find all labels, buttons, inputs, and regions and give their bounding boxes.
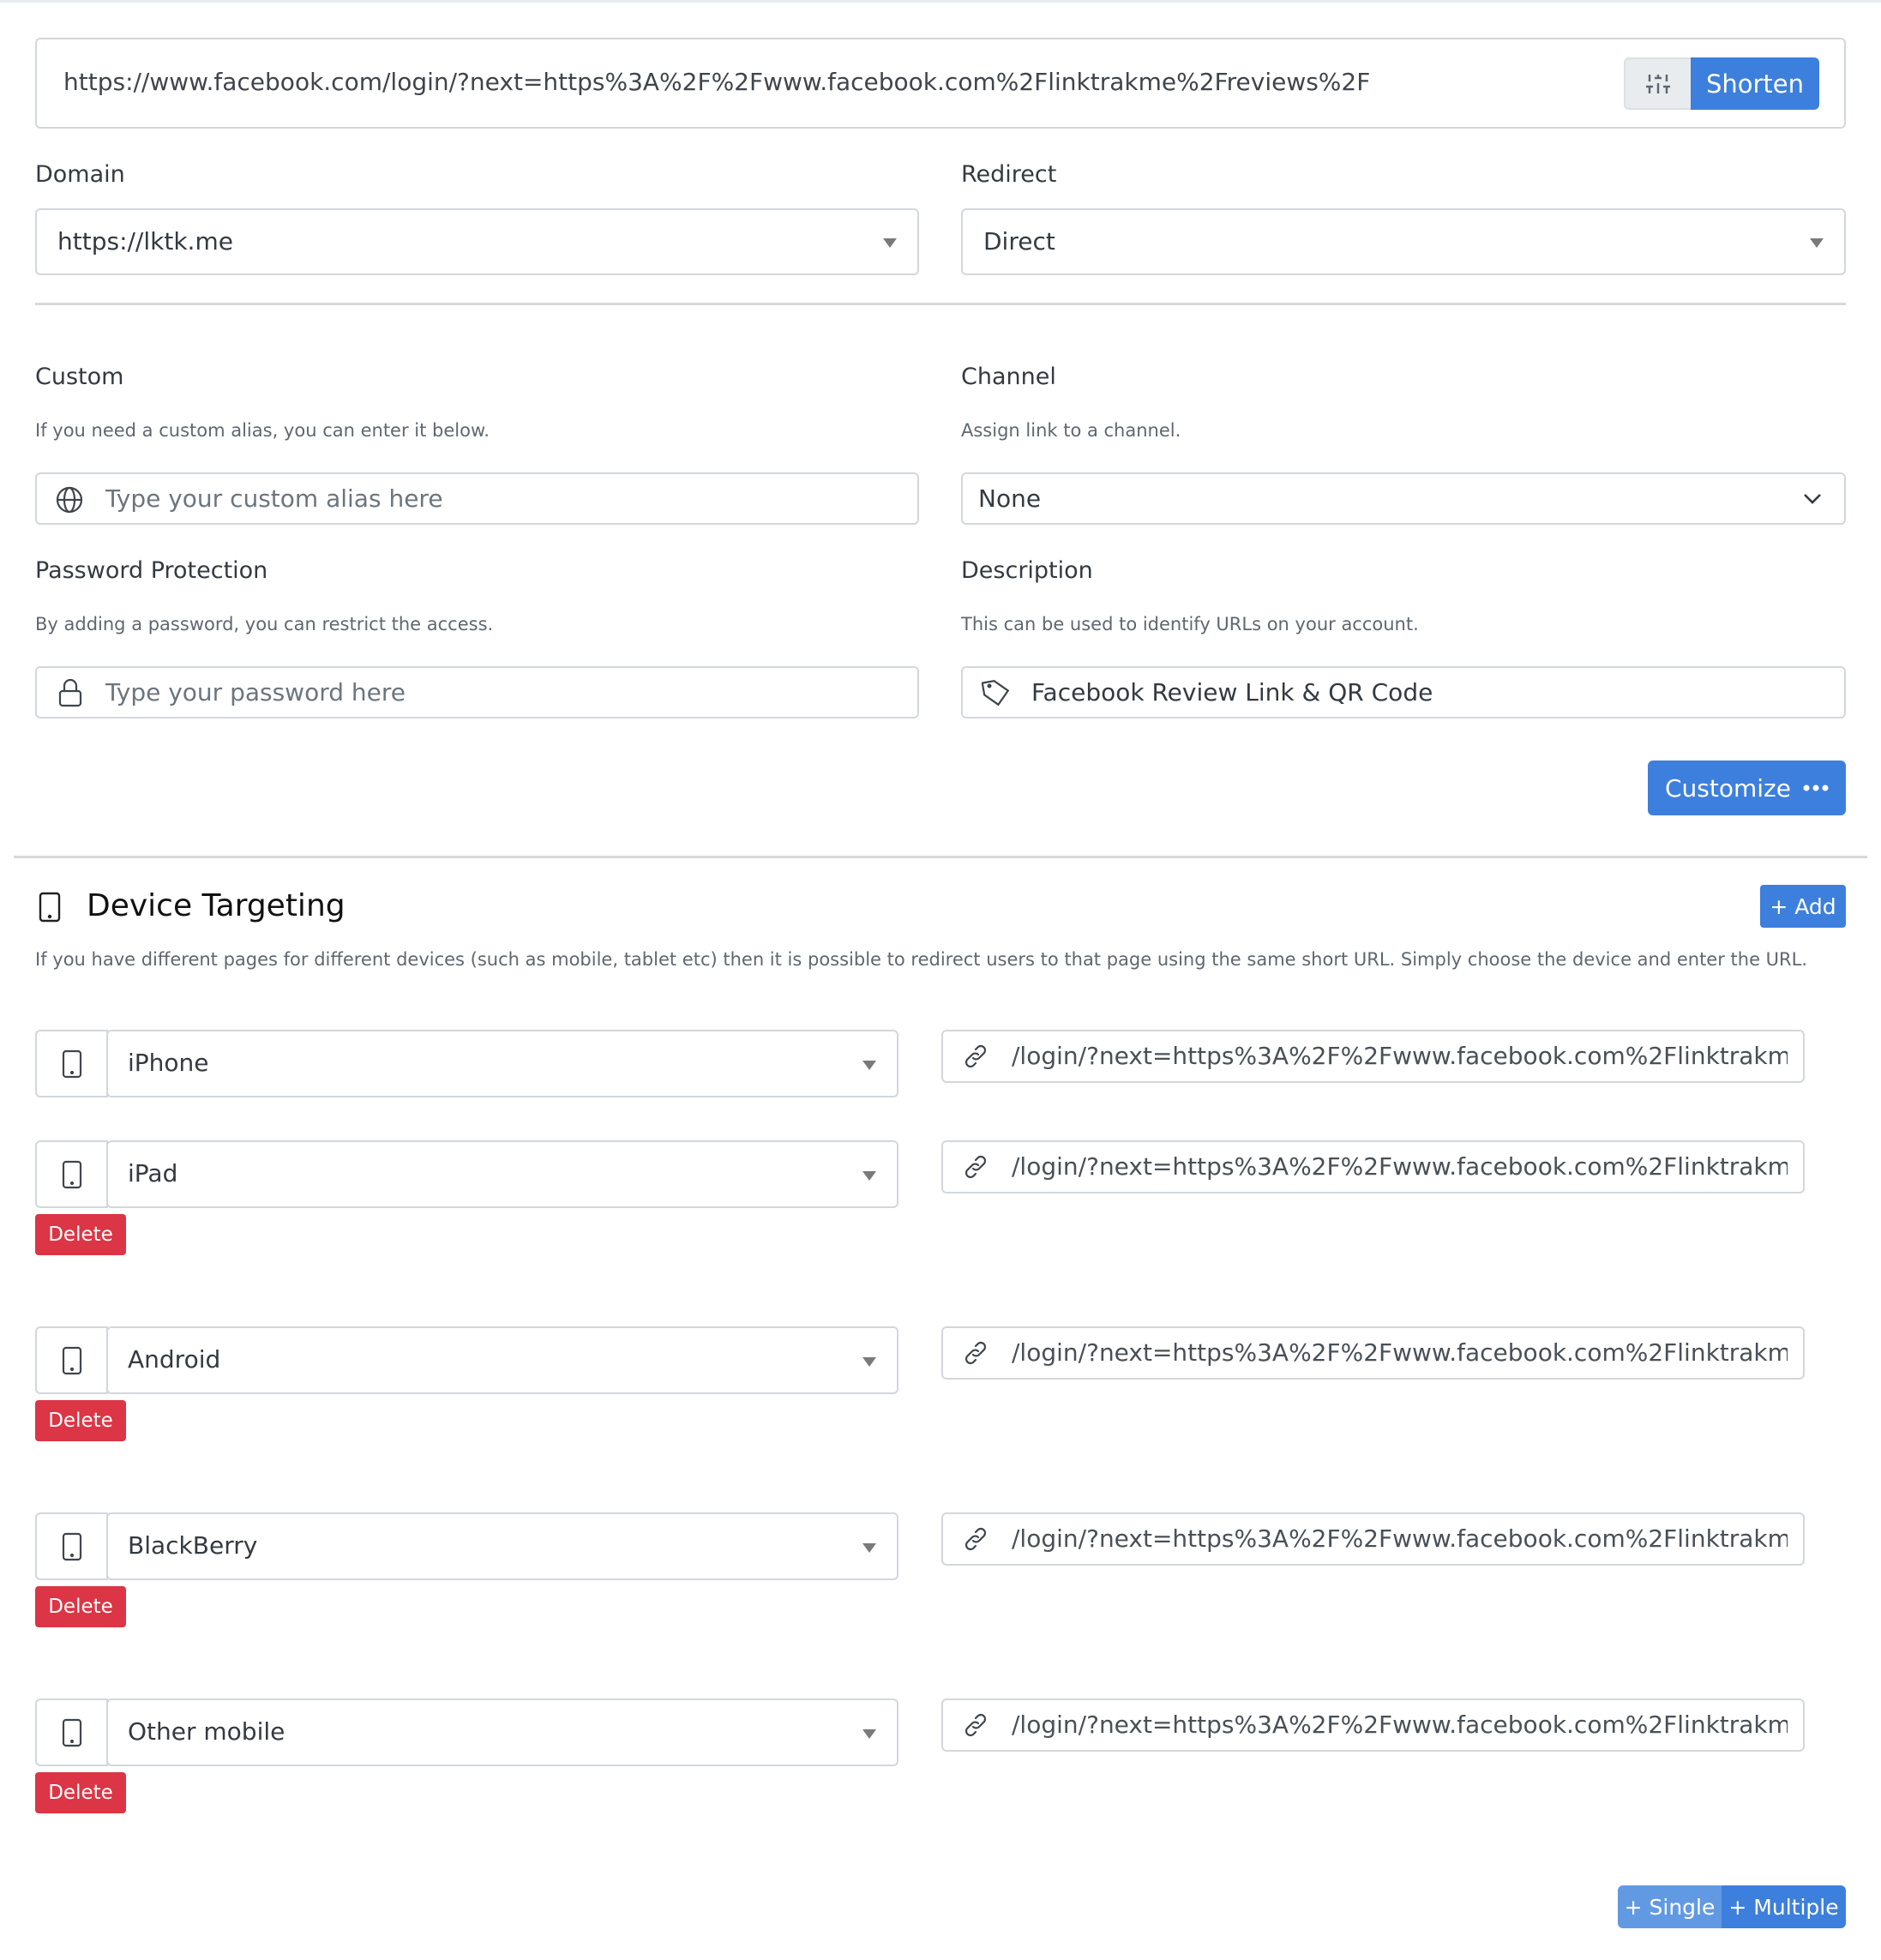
- chevron-down-icon: [862, 1729, 876, 1739]
- channel-select[interactable]: None: [961, 472, 1846, 525]
- link-icon: [960, 1524, 991, 1554]
- delete-device-button[interactable]: Delete: [35, 1586, 126, 1627]
- device-icon-addon: [35, 1326, 108, 1394]
- device-url-field[interactable]: /login/?next=https%3A%2F%2Fwww.facebook.…: [941, 1698, 1805, 1752]
- device-url-input[interactable]: /login/?next=https%3A%2F%2Fwww.facebook.…: [1012, 1524, 1788, 1553]
- chevron-down-icon: [1810, 238, 1824, 248]
- password-input[interactable]: Type your password here: [105, 678, 406, 706]
- redirect-select[interactable]: Direct: [961, 208, 1846, 275]
- mobile-device-icon: [62, 1532, 82, 1561]
- redirect-label: Redirect: [961, 161, 1057, 188]
- device-selected-value: Android: [128, 1345, 221, 1374]
- tag-icon: [982, 678, 1011, 707]
- device-selected-value: Other mobile: [128, 1717, 285, 1746]
- settings-button[interactable]: [1624, 57, 1691, 110]
- delete-device-button[interactable]: Delete: [35, 1400, 126, 1441]
- device-targeting-description: If you have different pages for differen…: [35, 949, 1808, 970]
- add-multiple-button[interactable]: + Multiple: [1722, 1885, 1846, 1928]
- device-targeting-title: Device Targeting: [87, 888, 346, 923]
- add-device-button[interactable]: + Add: [1760, 885, 1846, 928]
- password-field[interactable]: Type your password here: [35, 666, 919, 718]
- domain-selected-value: https://lktk.me: [57, 227, 233, 256]
- divider: [35, 303, 1846, 305]
- lock-icon: [58, 678, 82, 707]
- device-url-input[interactable]: /login/?next=https%3A%2F%2Fwww.facebook.…: [1012, 1042, 1788, 1070]
- description-input[interactable]: Facebook Review Link & QR Code: [1031, 678, 1433, 706]
- description-help: This can be used to identify URLs on you…: [961, 614, 1419, 634]
- channel-help: Assign link to a channel.: [961, 420, 1181, 441]
- redirect-selected-value: Direct: [983, 227, 1055, 256]
- chevron-down-icon: [862, 1171, 876, 1181]
- section-divider: [14, 856, 1867, 858]
- device-url-input[interactable]: /login/?next=https%3A%2F%2Fwww.facebook.…: [1012, 1710, 1788, 1739]
- mobile-device-icon: [39, 892, 61, 923]
- password-help: By adding a password, you can restrict t…: [35, 614, 494, 634]
- chevron-down-icon: [883, 238, 897, 248]
- custom-alias-input[interactable]: Type your custom alias here: [105, 484, 443, 513]
- channel-selected-value: None: [978, 484, 1042, 513]
- delete-device-button[interactable]: Delete: [35, 1214, 126, 1255]
- customize-label: Customize: [1665, 773, 1791, 803]
- device-selected-value: iPad: [128, 1159, 178, 1187]
- long-url-input[interactable]: https://www.facebook.com/login/?next=htt…: [63, 68, 1370, 96]
- custom-label: Custom: [35, 364, 124, 390]
- customize-button[interactable]: Customize: [1648, 761, 1846, 815]
- channel-label: Channel: [961, 364, 1056, 390]
- link-icon: [960, 1710, 991, 1740]
- chevron-down-icon: [862, 1357, 876, 1367]
- description-label: Description: [961, 557, 1093, 584]
- device-icon-addon: [35, 1698, 108, 1766]
- mobile-device-icon: [62, 1049, 82, 1079]
- device-select[interactable]: iPad: [106, 1140, 898, 1208]
- device-select[interactable]: BlackBerry: [106, 1512, 898, 1580]
- mobile-device-icon: [62, 1346, 82, 1375]
- device-url-input[interactable]: /login/?next=https%3A%2F%2Fwww.facebook.…: [1012, 1338, 1788, 1367]
- top-border: [0, 0, 1881, 3]
- custom-alias-field[interactable]: Type your custom alias here: [35, 472, 919, 525]
- globe-icon: [56, 486, 83, 514]
- device-icon-addon: [35, 1512, 108, 1580]
- shorten-button[interactable]: Shorten: [1691, 57, 1819, 110]
- link-icon: [960, 1042, 991, 1071]
- device-select[interactable]: Other mobile: [106, 1698, 898, 1766]
- password-label: Password Protection: [35, 557, 268, 584]
- domain-label: Domain: [35, 161, 125, 188]
- device-selected-value: iPhone: [128, 1049, 209, 1077]
- link-icon: [960, 1152, 991, 1181]
- device-icon-addon: [35, 1030, 108, 1097]
- device-icon-addon: [35, 1140, 108, 1208]
- device-url-input[interactable]: /login/?next=https%3A%2F%2Fwww.facebook.…: [1012, 1152, 1788, 1181]
- link-icon: [960, 1338, 991, 1368]
- delete-device-button[interactable]: Delete: [35, 1772, 126, 1813]
- mobile-device-icon: [62, 1160, 82, 1189]
- chevron-down-icon: [1803, 493, 1822, 505]
- device-selected-value: BlackBerry: [128, 1531, 258, 1560]
- add-single-button[interactable]: + Single: [1618, 1885, 1722, 1928]
- device-url-field[interactable]: /login/?next=https%3A%2F%2Fwww.facebook.…: [941, 1030, 1805, 1083]
- chevron-down-icon: [862, 1061, 876, 1070]
- device-url-field[interactable]: /login/?next=https%3A%2F%2Fwww.facebook.…: [941, 1512, 1805, 1566]
- more-dots-icon: [1803, 785, 1829, 791]
- device-url-field[interactable]: /login/?next=https%3A%2F%2Fwww.facebook.…: [941, 1326, 1805, 1380]
- domain-select[interactable]: https://lktk.me: [35, 208, 919, 275]
- description-field[interactable]: Facebook Review Link & QR Code: [961, 666, 1846, 718]
- chevron-down-icon: [862, 1543, 876, 1553]
- add-buttons-group: + Single + Multiple: [1618, 1885, 1846, 1928]
- device-select[interactable]: iPhone: [106, 1030, 898, 1097]
- mobile-device-icon: [62, 1718, 82, 1747]
- sliders-icon: [1646, 73, 1670, 95]
- url-shortener-bar: https://www.facebook.com/login/?next=htt…: [35, 38, 1846, 129]
- device-url-field[interactable]: /login/?next=https%3A%2F%2Fwww.facebook.…: [941, 1140, 1805, 1193]
- device-select[interactable]: Android: [106, 1326, 898, 1394]
- custom-help: If you need a custom alias, you can ente…: [35, 420, 490, 441]
